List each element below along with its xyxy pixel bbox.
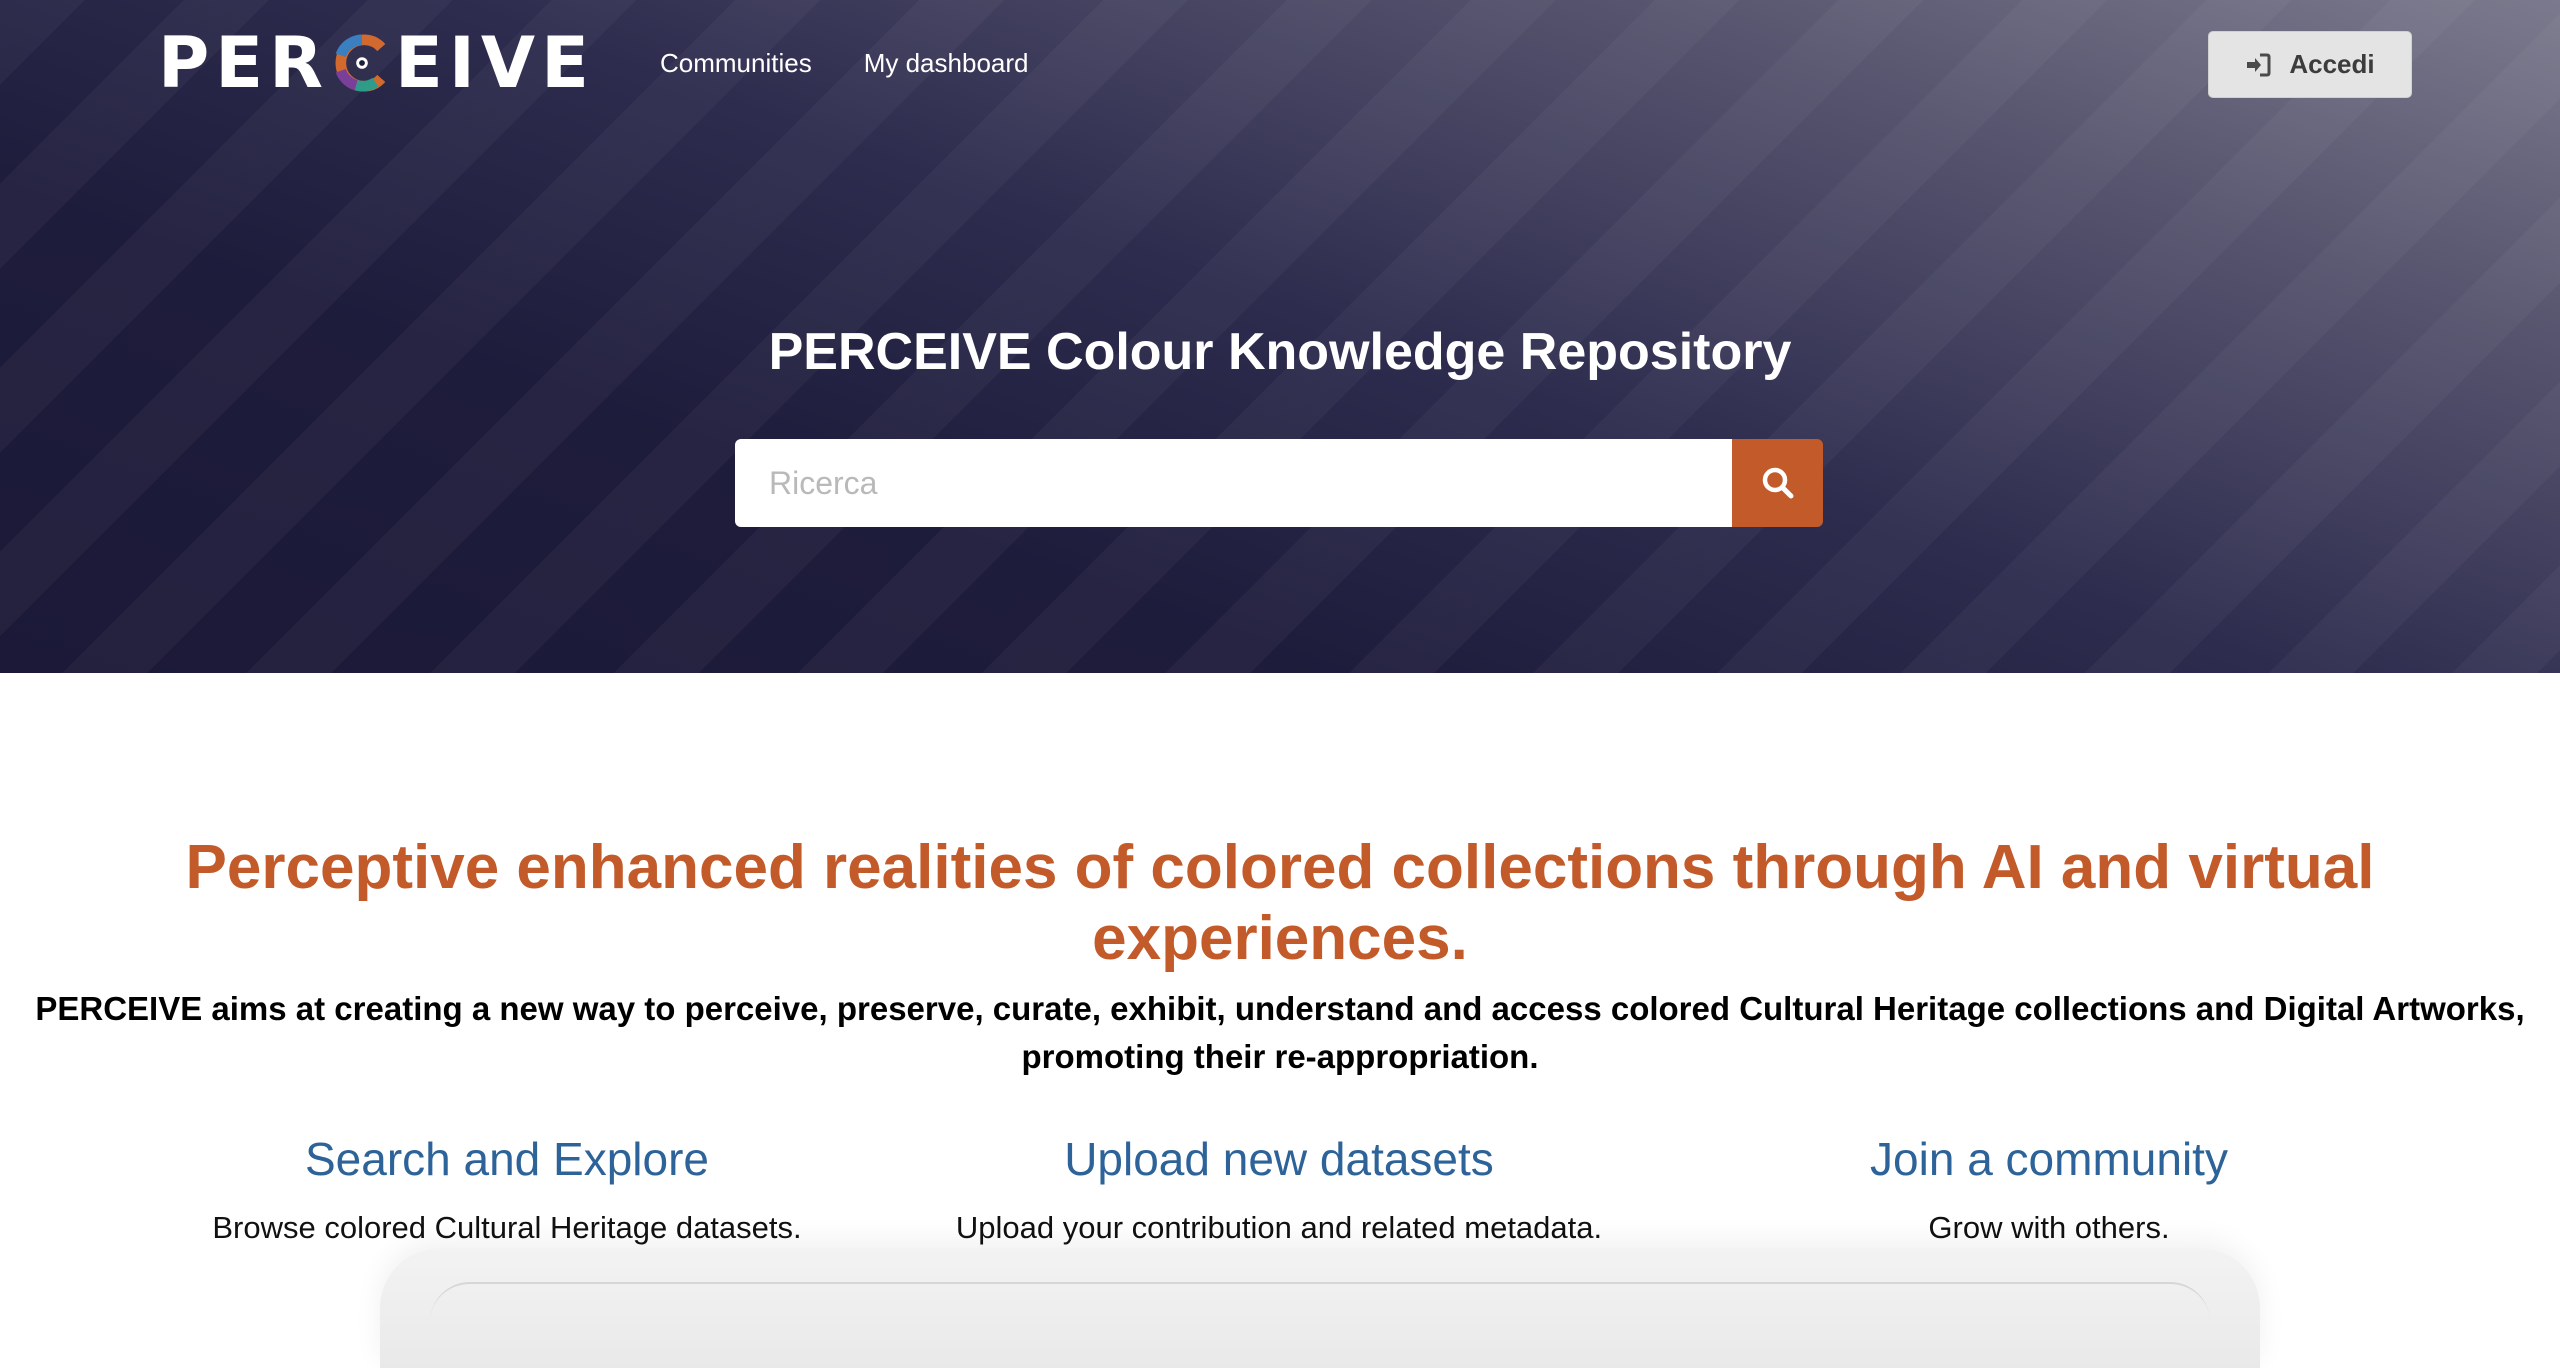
- tagline: Perceptive enhanced realities of colored…: [185, 833, 2375, 973]
- feature-title-community[interactable]: Join a community: [1669, 1128, 2429, 1190]
- feature-text-community: Grow with others.: [1928, 1210, 2170, 1245]
- search-icon: [1762, 467, 1793, 499]
- feature-text-upload: Upload your contribution and related met…: [955, 1210, 1603, 1245]
- nav-my-dashboard[interactable]: My dashboard: [864, 48, 1029, 79]
- search-bar: [735, 439, 1823, 527]
- main-nav: Communities My dashboard: [660, 48, 1028, 79]
- feature-title-upload[interactable]: Upload new datasets: [899, 1128, 1659, 1190]
- feature-upload-datasets: Upload new datasets Upload your contribu…: [899, 1128, 1659, 1246]
- feature-search-explore: Search and Explore Browse colored Cultur…: [127, 1128, 887, 1246]
- perceive-logo[interactable]: PER EIVE: [158, 22, 595, 104]
- logo-c-icon: [335, 34, 386, 92]
- feature-title-search[interactable]: Search and Explore: [127, 1128, 887, 1190]
- search-input[interactable]: [735, 439, 1732, 527]
- login-button[interactable]: Accedi: [2208, 31, 2412, 98]
- nav-communities[interactable]: Communities: [660, 48, 812, 79]
- sign-in-icon: [2247, 53, 2271, 76]
- search-button[interactable]: [1732, 439, 1823, 527]
- logo-text-right: EIVE: [395, 22, 595, 104]
- hero-banner: PER EIVE Communities My dashboard Accedi…: [0, 0, 2560, 673]
- feature-text-search: Browse colored Cultural Heritage dataset…: [212, 1210, 802, 1245]
- feature-join-community: Join a community Grow with others.: [1669, 1128, 2429, 1246]
- login-label: Accedi: [2289, 49, 2375, 79]
- hero-title: PERCEIVE Colour Knowledge Repository: [768, 323, 1792, 381]
- logo-text-left: PER: [158, 22, 330, 104]
- bottom-card-inner: [430, 1282, 2210, 1322]
- intro-text: PERCEIVE aims at creating a new way to p…: [35, 990, 2525, 1075]
